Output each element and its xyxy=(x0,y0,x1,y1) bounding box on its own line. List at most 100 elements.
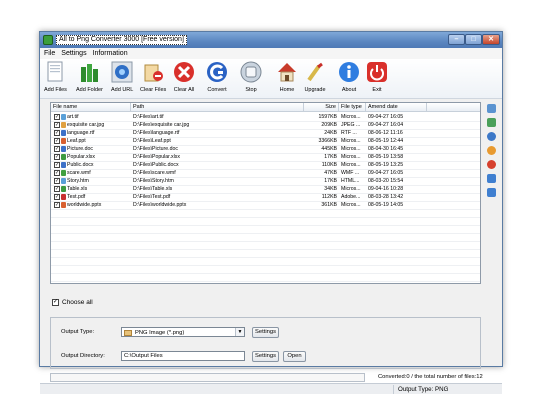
row-checkbox[interactable]: ✓ xyxy=(54,170,60,176)
progress-bar xyxy=(50,373,365,382)
table-row[interactable]: ✓ Popular.xlsx D:\Files\Popular.xlsx 17KB Mi… xyxy=(51,153,480,161)
menu-information[interactable]: Information xyxy=(93,48,128,59)
row-gridline xyxy=(51,201,480,202)
cell-name: Leaf.ppt xyxy=(67,138,86,144)
row-checkbox[interactable]: ✓ xyxy=(54,154,60,160)
clear-files-button[interactable]: Clear Files xyxy=(140,61,166,93)
column-amend-date[interactable]: Amend date xyxy=(366,103,427,112)
cell-type: Micros... xyxy=(341,138,361,144)
convert-label: Convert xyxy=(207,87,227,93)
photo-icon[interactable] xyxy=(487,118,496,127)
add-folder-label: Add Folder xyxy=(76,87,103,93)
cell-type: JPEG ... xyxy=(341,122,361,128)
list-view-icon[interactable] xyxy=(487,104,496,113)
cell-type: Micros... xyxy=(341,186,361,192)
cell-name: Story.htm xyxy=(67,178,89,184)
cell-size: 445KB xyxy=(321,146,337,152)
stop-button[interactable]: Stop xyxy=(240,61,262,93)
move-up-icon[interactable] xyxy=(487,174,496,183)
file-type-icon xyxy=(61,202,66,208)
cell-size: 34KB xyxy=(324,186,337,192)
chevron-down-icon[interactable]: ▼ xyxy=(235,328,244,336)
table-row[interactable]: ✓ worldwide.pptx D:\Files\worldwide.pptx 36… xyxy=(51,201,480,209)
table-row[interactable]: ✓ art.tif D:\Files\art.tif 1597KB Micros... 0… xyxy=(51,113,480,121)
table-row[interactable]: ✓ Test.pdf D:\Files\Test.pdf 112KB Adobe... 0… xyxy=(51,193,480,201)
upgrade-button[interactable]: Upgrade xyxy=(304,61,326,93)
move-down-icon[interactable] xyxy=(487,188,496,197)
table-row[interactable]: ✓ language.rtf D:\Files\language.rtf 24KB RT… xyxy=(51,129,480,137)
add-url-button[interactable]: Add URL xyxy=(111,61,133,93)
output-directory-input[interactable]: C:\Output Files xyxy=(121,351,245,361)
output-directory-settings-button[interactable]: Settings xyxy=(252,351,279,362)
row-gridline xyxy=(51,225,480,226)
cell-name: Table.xls xyxy=(67,186,88,192)
row-gridline xyxy=(51,121,480,122)
about-label: About xyxy=(341,87,357,93)
title-bar[interactable]: All to Png Converter 3000 [Free version]… xyxy=(40,32,502,48)
row-checkbox[interactable]: ✓ xyxy=(54,178,60,184)
row-checkbox[interactable]: ✓ xyxy=(54,122,60,128)
table-row[interactable]: ✓ exquisite car.jpg D:\Files\exquisite car… xyxy=(51,121,480,129)
column-file-name[interactable]: File name xyxy=(51,103,131,112)
cell-name: worldwide.pptx xyxy=(67,202,102,208)
globe-icon[interactable] xyxy=(487,132,496,141)
cell-path: D:\Files\exquisite car.jpg xyxy=(133,122,190,128)
about-button[interactable]: About xyxy=(338,61,360,93)
output-type-select[interactable]: PNG Image (*.png) ▼ xyxy=(121,327,245,337)
row-checkbox[interactable]: ✓ xyxy=(54,114,60,120)
row-gridline xyxy=(51,153,480,154)
cell-date: 08-03-20 15:54 xyxy=(368,178,404,184)
column-file-type[interactable]: File type xyxy=(339,103,366,112)
column-size[interactable]: Size xyxy=(304,103,339,112)
red-ball-icon[interactable] xyxy=(487,160,496,169)
convert-button[interactable]: Convert xyxy=(206,61,228,93)
menu-file[interactable]: File xyxy=(44,48,55,59)
row-checkbox[interactable]: ✓ xyxy=(54,130,60,136)
row-checkbox[interactable]: ✓ xyxy=(54,138,60,144)
home-button[interactable]: Home xyxy=(276,61,298,93)
orange-ball-icon[interactable] xyxy=(487,146,496,155)
table-row[interactable]: ✓ Story.htm D:\Files\Story.htm 17KB HTML... 0… xyxy=(51,177,480,185)
row-checkbox[interactable]: ✓ xyxy=(54,146,60,152)
cell-name: Popular.xlsx xyxy=(67,154,95,160)
table-row[interactable]: ✓ scare.wmf D:\Files\scare.wmf 47KB WMF ... 0… xyxy=(51,169,480,177)
cell-name: language.rtf xyxy=(67,130,95,136)
cell-date: 08-03-28 13:42 xyxy=(368,194,404,200)
app-icon xyxy=(43,35,53,45)
table-row[interactable]: ✓ Picture.doc D:\Files\Picture.doc 445KB Mic… xyxy=(51,145,480,153)
minimize-button[interactable]: – xyxy=(448,34,465,45)
open-folder-button[interactable]: Open xyxy=(283,351,306,362)
row-gridline xyxy=(51,233,480,234)
row-checkbox[interactable]: ✓ xyxy=(54,186,60,192)
upgrade-icon xyxy=(304,61,326,83)
file-type-icon xyxy=(61,146,66,152)
cell-name: exquisite car.jpg xyxy=(67,122,105,128)
table-row[interactable]: ✓ Public.docx D:\Files\Public.docx 110KB Mic… xyxy=(51,161,480,169)
table-row[interactable]: ✓ Leaf.ppt D:\Files\Leaf.ppt 3366KB Micros..… xyxy=(51,137,480,145)
output-type-settings-button[interactable]: Settings xyxy=(252,327,279,338)
maximize-button[interactable]: □ xyxy=(465,34,482,45)
clear-all-button[interactable]: Clear All xyxy=(173,61,195,93)
row-checkbox[interactable]: ✓ xyxy=(54,162,60,168)
add-files-button[interactable]: Add Files xyxy=(44,61,67,93)
column-path[interactable]: Path xyxy=(131,103,304,112)
exit-button[interactable]: Exit xyxy=(366,61,388,93)
cell-size: 17KB xyxy=(324,178,337,184)
file-type-icon xyxy=(61,186,66,192)
menu-settings[interactable]: Settings xyxy=(61,48,86,59)
row-gridline xyxy=(51,137,480,138)
row-gridline xyxy=(51,129,480,130)
cell-date: 09-04-16 10:28 xyxy=(368,186,404,192)
table-row[interactable]: ✓ Table.xls D:\Files\Table.xls 34KB Micros..… xyxy=(51,185,480,193)
file-type-icon xyxy=(61,154,66,160)
status-output-type: Output Type: PNG xyxy=(393,385,448,394)
row-checkbox[interactable]: ✓ xyxy=(54,194,60,200)
choose-all-checkbox[interactable]: ✓ Choose all xyxy=(52,299,93,306)
add-folder-button[interactable]: Add Folder xyxy=(76,61,103,93)
output-directory-label: Output Directory: xyxy=(61,353,105,359)
row-checkbox[interactable]: ✓ xyxy=(54,202,60,208)
close-button[interactable]: ✕ xyxy=(482,34,500,45)
cell-path: D:\Files\Test.pdf xyxy=(133,194,171,200)
file-list[interactable]: File name Path Size File type Amend date… xyxy=(50,102,481,284)
cell-size: 47KB xyxy=(324,170,337,176)
